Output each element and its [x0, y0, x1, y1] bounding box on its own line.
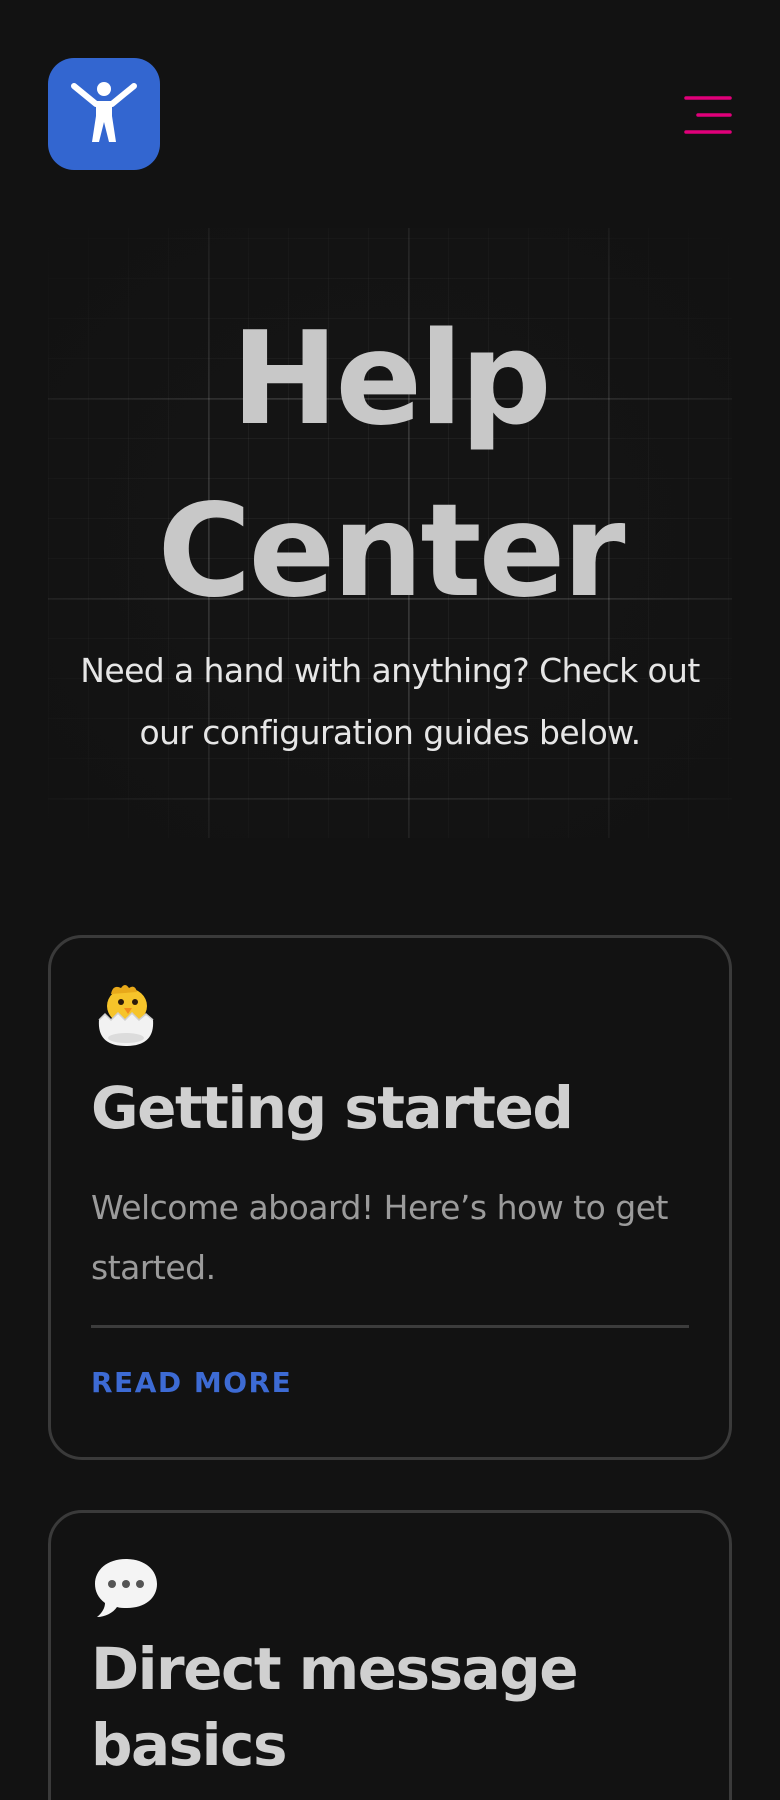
- hamburger-menu-button[interactable]: [684, 94, 732, 136]
- accessibility-person-icon: [71, 82, 137, 142]
- card-description: Welcome aboard! Here’s how to get starte…: [91, 1188, 669, 1287]
- site-header: [0, 0, 780, 200]
- home-logo-button[interactable]: [48, 58, 160, 170]
- hero-subtitle: Need a hand with anything? Check out our…: [80, 651, 700, 752]
- card-title: Direct message basics: [91, 1635, 579, 1779]
- guide-card-getting-started[interactable]: Getting started Welcome aboard! Here’s h…: [48, 935, 732, 1460]
- hatching-chick-icon: [91, 980, 161, 1050]
- page-title-line-2: Center: [157, 477, 626, 626]
- help-center-page: Help Center Need a hand with anything? C…: [0, 0, 780, 1800]
- page-title-line-1: Help: [231, 305, 551, 454]
- hamburger-menu-icon: [684, 96, 732, 134]
- card-divider: [91, 1325, 689, 1328]
- guide-card-direct-message-basics[interactable]: Direct message basics: [48, 1510, 732, 1800]
- hero-section: Help Center Need a hand with anything? C…: [48, 228, 732, 838]
- page-title: Help Center: [48, 294, 732, 638]
- speech-bubble-icon: [91, 1553, 161, 1623]
- card-title: Getting started: [91, 1074, 574, 1142]
- read-more-link[interactable]: READ MORE: [91, 1366, 292, 1399]
